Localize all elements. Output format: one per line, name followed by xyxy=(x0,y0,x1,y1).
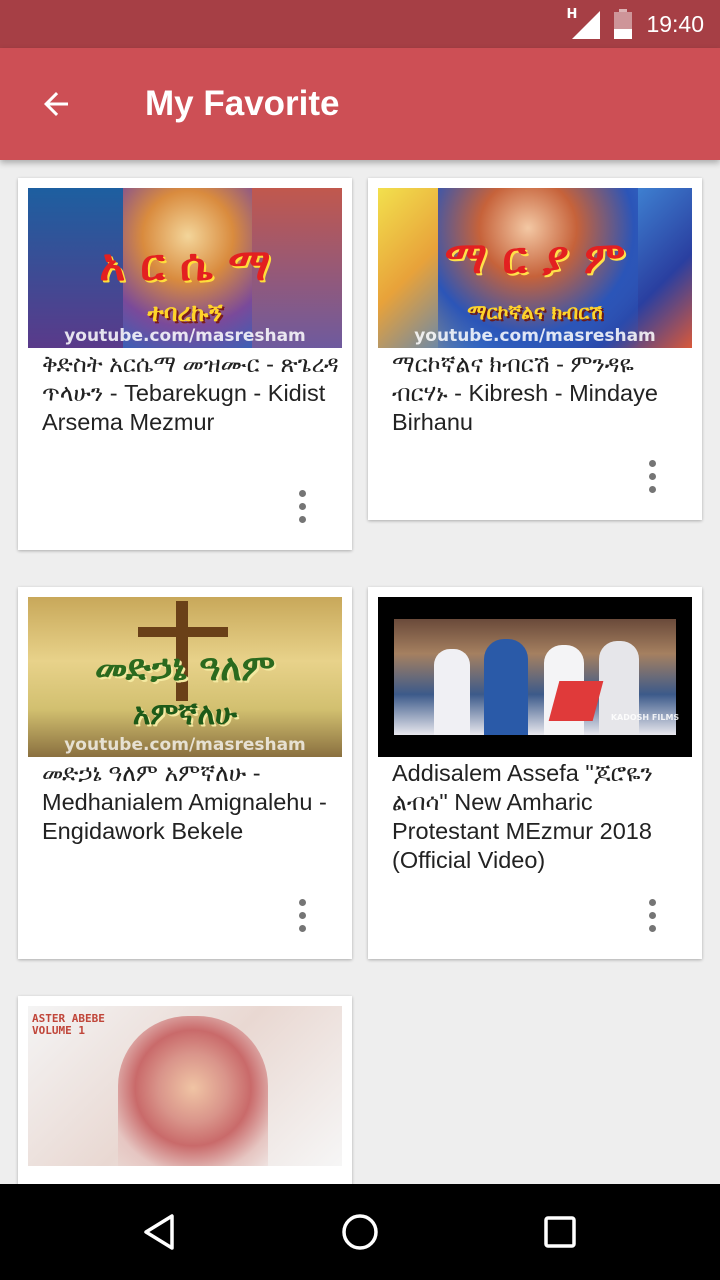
video-card[interactable]: ASTER ABEBE VOLUME 1 xyxy=(18,996,352,1184)
video-card[interactable]: ማ ር ያ ም ማርኮኛልና ክብርሽ youtube.com/masresha… xyxy=(368,178,702,520)
thumbnail-subtitle-text: VOLUME 1 xyxy=(32,1024,85,1037)
thumbnail-subtitle-text: ማርኮኛልና ክብርሽ xyxy=(467,300,603,324)
thumbnail-watermark: KADOSH FILMS xyxy=(610,713,680,722)
back-button[interactable] xyxy=(22,70,90,138)
thumbnail-watermark: youtube.com/masresham xyxy=(414,326,656,346)
navigation-bar xyxy=(0,1184,720,1280)
back-triangle-icon xyxy=(144,1214,174,1250)
video-title: ቅድስት አርሴማ መዝሙር - ጽጌረዳ ጥላሁን - Tebarekugn … xyxy=(42,351,339,435)
thumbnail-subtitle-text: አምኛለሁ xyxy=(132,697,238,732)
app-bar: My Favorite xyxy=(0,48,720,160)
thumbnail-watermark: youtube.com/masresham xyxy=(64,735,306,755)
status-bar: H 19:40 xyxy=(0,0,720,48)
video-thumbnail[interactable]: መድኃኔ ዓለም አምኛለሁ youtube.com/masresham xyxy=(28,597,342,757)
more-options-button[interactable] xyxy=(282,478,322,534)
battery-icon xyxy=(614,9,633,39)
video-thumbnail[interactable]: ማ ር ያ ም ማርኮኛልና ክብርሽ youtube.com/masresha… xyxy=(378,188,692,348)
recents-square-icon xyxy=(544,1216,576,1248)
thumbnail-title-text: አ ር ሴ ማ xyxy=(99,240,271,291)
video-title: Addisalem Assefa "ጆሮዬን ልብሳ" New Amharic … xyxy=(392,760,653,873)
video-thumbnail[interactable]: አ ር ሴ ማ ተባረኩኝ youtube.com/masresham xyxy=(28,188,342,348)
thumbnail-title-text: መድኃኔ ዓለም xyxy=(94,647,276,689)
clock: 19:40 xyxy=(646,10,704,37)
video-card[interactable]: KADOSH FILMS Addisalem Assefa "ጆሮዬን ልብሳ"… xyxy=(368,587,702,959)
page-title: My Favorite xyxy=(145,84,340,123)
arrow-back-icon xyxy=(44,92,68,116)
video-title: መድኃኔ ዓለም አምኛለሁ - Medhanialem Amignalehu … xyxy=(42,760,327,844)
signal-icon: H xyxy=(566,7,601,39)
home-circle-icon xyxy=(342,1214,378,1250)
video-title: ማርኮኛልና ክብርሽ - ምንዳዬ ብርሃኑ - Kibresh - Mind… xyxy=(392,351,658,435)
nav-back-button[interactable] xyxy=(136,1208,184,1256)
thumbnail-title-text: ማ ር ያ ም xyxy=(444,233,626,284)
video-card[interactable]: መድኃኔ ዓለም አምኛለሁ youtube.com/masresham መድኃ… xyxy=(18,587,352,959)
more-options-button[interactable] xyxy=(632,448,672,504)
thumbnail-watermark: youtube.com/masresham xyxy=(64,326,306,346)
nav-home-button[interactable] xyxy=(336,1208,384,1256)
more-options-button[interactable] xyxy=(632,887,672,943)
thumbnail-subtitle-text: ተባረኩኝ xyxy=(147,298,223,327)
nav-recents-button[interactable] xyxy=(536,1208,584,1256)
video-thumbnail[interactable]: KADOSH FILMS xyxy=(378,597,692,757)
more-options-button[interactable] xyxy=(282,887,322,943)
video-card[interactable]: አ ር ሴ ማ ተባረኩኝ youtube.com/masresham ቅድስት… xyxy=(18,178,352,550)
favorites-list[interactable]: አ ር ሴ ማ ተባረኩኝ youtube.com/masresham ቅድስት… xyxy=(0,160,720,1184)
video-thumbnail[interactable]: ASTER ABEBE VOLUME 1 xyxy=(28,1006,342,1166)
